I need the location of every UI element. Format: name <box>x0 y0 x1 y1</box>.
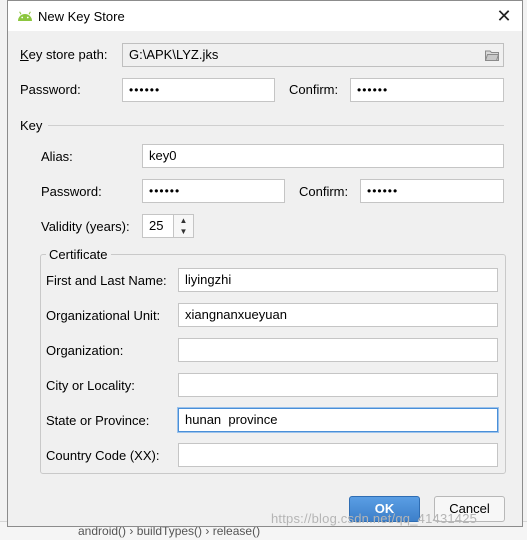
spinner-down-icon[interactable]: ▼ <box>174 226 193 237</box>
state-field[interactable]: hunan province <box>178 408 498 432</box>
org-unit-label: Organizational Unit: <box>46 308 161 323</box>
validity-spinner[interactable]: ▲ ▼ <box>174 214 194 238</box>
org-unit-field[interactable]: xiangnanxueyuan <box>178 303 498 327</box>
state-label: State or Province: <box>46 413 150 428</box>
city-label: City or Locality: <box>46 378 135 393</box>
organization-field[interactable] <box>178 338 498 362</box>
validity-label: Validity (years): <box>41 219 130 234</box>
key-confirm-label: Confirm: <box>299 184 349 199</box>
new-key-store-dialog: New Key Store ✕ Key store path: G:\APK\L… <box>7 0 523 527</box>
close-icon[interactable]: ✕ <box>494 6 514 26</box>
key-store-path-label-text: ey store path: <box>28 47 108 62</box>
first-last-name-field[interactable]: liyingzhi <box>178 268 498 292</box>
android-icon <box>18 11 32 21</box>
keystore-password-field[interactable]: •••••• <box>122 78 275 102</box>
validity-field[interactable]: 25 <box>142 214 174 238</box>
key-store-path-label: Key store path: <box>20 47 108 62</box>
keystore-confirm-field[interactable]: •••••• <box>350 78 504 102</box>
dialog-title: New Key Store <box>38 9 125 24</box>
key-confirm-field[interactable]: •••••• <box>360 179 504 203</box>
folder-icon[interactable] <box>485 49 499 61</box>
spinner-up-icon[interactable]: ▲ <box>174 215 193 226</box>
country-code-label: Country Code (XX): <box>46 448 160 463</box>
certificate-group-label: Certificate <box>46 247 111 262</box>
alias-label: Alias: <box>41 149 73 164</box>
country-code-field[interactable] <box>178 443 498 467</box>
key-password-field[interactable]: •••••• <box>142 179 285 203</box>
organization-label: Organization: <box>46 343 124 358</box>
key-store-path-field[interactable]: G:\APK\LYZ.jks <box>122 43 504 67</box>
key-password-label: Password: <box>41 184 102 199</box>
key-section-divider <box>48 125 504 126</box>
key-section-label: Key <box>20 118 43 133</box>
city-field[interactable] <box>178 373 498 397</box>
first-last-name-label: First and Last Name: <box>46 273 167 288</box>
title-bar: New Key Store ✕ <box>8 1 522 31</box>
alias-field[interactable]: key0 <box>142 144 504 168</box>
watermark: https://blog.csdn.net/qq_41431425 <box>271 511 478 526</box>
keystore-confirm-label: Confirm: <box>289 82 339 97</box>
keystore-password-label: Password: <box>20 82 81 97</box>
